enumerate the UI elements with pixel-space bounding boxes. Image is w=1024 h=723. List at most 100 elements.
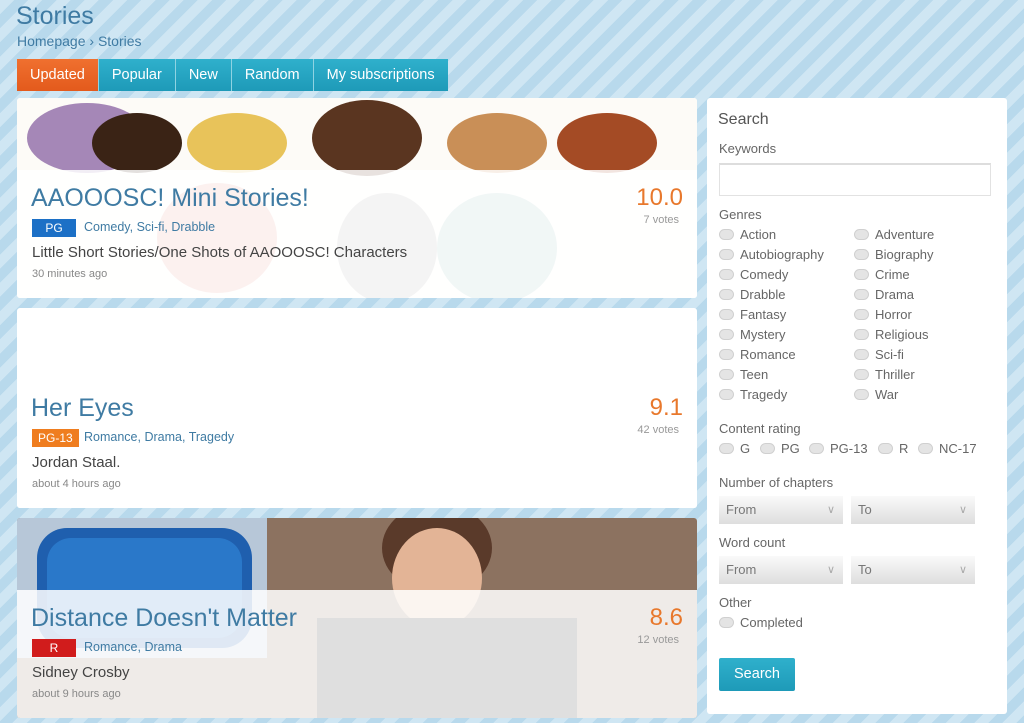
checkbox-icon[interactable] <box>854 309 869 320</box>
genre-label: Autobiography <box>740 247 824 262</box>
rating-checkbox-nc17[interactable]: NC-17 <box>918 441 977 456</box>
genre-label: Religious <box>875 327 929 342</box>
tab-updated[interactable]: Updated <box>17 59 99 91</box>
genre-checkbox-sci-fi[interactable]: Sci-fi <box>854 347 904 362</box>
genre-checkbox-crime[interactable]: Crime <box>854 267 910 282</box>
tab-my-subscriptions[interactable]: My subscriptions <box>313 59 448 91</box>
genre-checkbox-war[interactable]: War <box>854 387 898 402</box>
story-votes: 12 votes <box>637 634 679 646</box>
genre-link[interactable]: Comedy <box>84 220 130 234</box>
genre-checkbox-thriller[interactable]: Thriller <box>854 367 915 382</box>
tab-random[interactable]: Random <box>231 59 314 91</box>
checkbox-icon[interactable] <box>719 289 734 300</box>
story-card[interactable]: Her Eyes PG-13 Romance, Drama, Tragedy J… <box>17 308 697 508</box>
rating-checkbox-g[interactable]: G <box>719 441 750 456</box>
tab-popular[interactable]: Popular <box>98 59 176 91</box>
genre-checkbox-comedy[interactable]: Comedy <box>719 267 788 282</box>
search-button[interactable]: Search <box>719 658 795 691</box>
chevron-down-icon: ∨ <box>958 504 967 516</box>
checkbox-icon[interactable] <box>854 249 869 260</box>
genre-checkbox-adventure[interactable]: Adventure <box>854 227 934 242</box>
story-card[interactable]: Distance Doesn't Matter R Romance, Drama… <box>17 518 697 718</box>
checkbox-icon[interactable] <box>719 249 734 260</box>
genre-checkbox-horror[interactable]: Horror <box>854 307 912 322</box>
rating-checkbox-r[interactable]: R <box>878 441 908 456</box>
rating-checkbox-pg13[interactable]: PG-13 <box>809 441 868 456</box>
genre-checkbox-mystery[interactable]: Mystery <box>719 327 786 342</box>
checkbox-icon[interactable] <box>854 329 869 340</box>
chapters-to-select[interactable]: To ∨ <box>851 496 975 524</box>
genre-checkbox-tragedy[interactable]: Tragedy <box>719 387 787 402</box>
story-title[interactable]: AAOOOSC! Mini Stories! <box>31 184 309 213</box>
genre-checkbox-biography[interactable]: Biography <box>854 247 934 262</box>
genre-checkbox-drabble[interactable]: Drabble <box>719 287 786 302</box>
checkbox-icon[interactable] <box>854 229 869 240</box>
checkbox-icon[interactable] <box>719 229 734 240</box>
keywords-input[interactable] <box>719 163 991 196</box>
genre-link[interactable]: Sci-fi <box>137 220 165 234</box>
story-score: 10.0 <box>636 184 683 211</box>
breadcrumb-home[interactable]: Homepage <box>17 33 86 49</box>
genre-link[interactable]: Tragedy <box>189 430 234 444</box>
search-sidebar: Search Keywords Genres Action Autobiograp… <box>707 98 1007 714</box>
checkbox-icon[interactable] <box>809 443 824 454</box>
genre-link[interactable]: Drabble <box>171 220 215 234</box>
genre-checkbox-drama[interactable]: Drama <box>854 287 914 302</box>
checkbox-icon[interactable] <box>878 443 893 454</box>
story-title[interactable]: Her Eyes <box>31 394 134 423</box>
genre-checkbox-religious[interactable]: Religious <box>854 327 928 342</box>
checkbox-icon[interactable] <box>854 369 869 380</box>
checkbox-icon[interactable] <box>719 369 734 380</box>
breadcrumb-current[interactable]: Stories <box>98 33 142 49</box>
rating-checkbox-pg[interactable]: PG <box>760 441 800 456</box>
genre-checkbox-autobiography[interactable]: Autobiography <box>719 247 824 262</box>
genre-label: Sci-fi <box>875 347 904 362</box>
checkbox-icon[interactable] <box>918 443 933 454</box>
story-genres: Comedy, Sci-fi, Drabble <box>84 220 216 234</box>
checkbox-icon[interactable] <box>719 309 734 320</box>
checkbox-icon[interactable] <box>719 269 734 280</box>
checkbox-icon[interactable] <box>719 443 734 454</box>
tab-new[interactable]: New <box>175 59 232 91</box>
completed-checkbox[interactable]: Completed <box>719 615 803 630</box>
other-label: Other <box>719 595 752 610</box>
checkbox-icon[interactable] <box>719 329 734 340</box>
genre-label: Crime <box>875 267 910 282</box>
genre-label: Thriller <box>875 367 915 382</box>
checkbox-icon[interactable] <box>854 269 869 280</box>
rating-badge: PG-13 <box>32 429 79 447</box>
chevron-down-icon: ∨ <box>826 504 835 516</box>
story-score: 9.1 <box>649 394 683 421</box>
chapters-from-select[interactable]: From ∨ <box>719 496 843 524</box>
word-count-label: Word count <box>719 535 786 550</box>
keywords-label: Keywords <box>719 141 777 156</box>
genre-link[interactable]: Romance <box>84 640 138 654</box>
checkbox-icon[interactable] <box>719 389 734 400</box>
genre-link[interactable]: Drama <box>144 430 182 444</box>
sidebar-title: Search <box>718 111 769 128</box>
checkbox-icon[interactable] <box>854 289 869 300</box>
genre-link[interactable]: Drama <box>144 640 182 654</box>
genre-label: Romance <box>740 347 796 362</box>
word-count-from-select[interactable]: From ∨ <box>719 556 843 584</box>
story-card[interactable]: AAOOOSC! Mini Stories! PG Comedy, Sci-fi… <box>17 98 697 298</box>
genre-checkbox-romance[interactable]: Romance <box>719 347 796 362</box>
checkbox-icon[interactable] <box>719 617 734 628</box>
genre-label: Teen <box>740 367 769 382</box>
checkbox-icon[interactable] <box>760 443 775 454</box>
word-count-to-select[interactable]: To ∨ <box>851 556 975 584</box>
tab-bar: Updated Popular New Random My subscripti… <box>17 59 448 91</box>
genre-checkbox-teen[interactable]: Teen <box>719 367 768 382</box>
genre-label: Biography <box>875 247 934 262</box>
checkbox-icon[interactable] <box>719 349 734 360</box>
content-rating-label: Content rating <box>719 421 801 436</box>
story-genres: Romance, Drama <box>84 640 182 654</box>
story-votes: 42 votes <box>637 424 679 436</box>
checkbox-icon[interactable] <box>854 389 869 400</box>
genre-label: Drama <box>875 287 915 302</box>
checkbox-icon[interactable] <box>854 349 869 360</box>
genre-checkbox-action[interactable]: Action <box>719 227 776 242</box>
genre-checkbox-fantasy[interactable]: Fantasy <box>719 307 786 322</box>
story-title[interactable]: Distance Doesn't Matter <box>31 604 297 633</box>
genre-link[interactable]: Romance <box>84 430 138 444</box>
